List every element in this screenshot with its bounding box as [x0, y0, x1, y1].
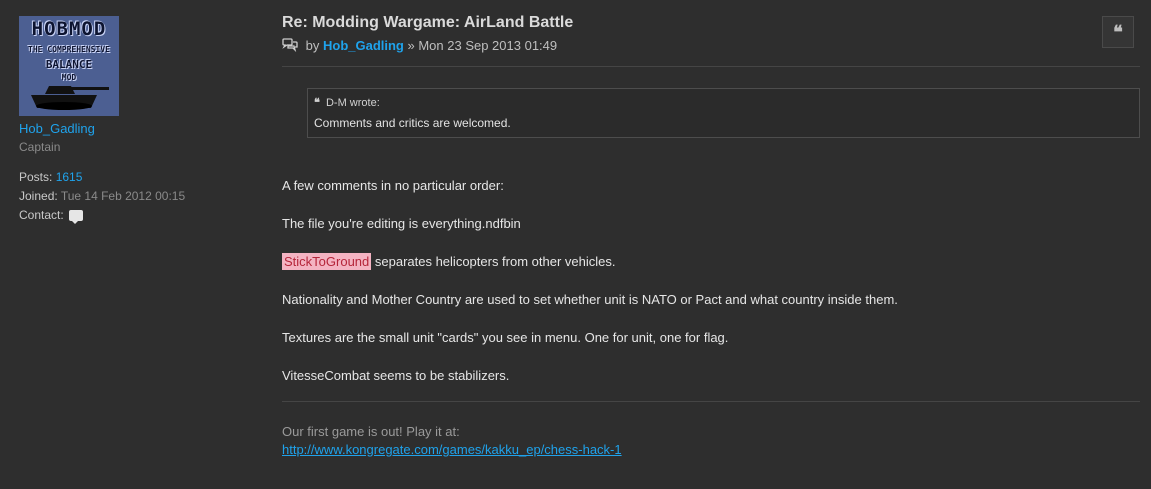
post-title[interactable]: Re: Modding Wargame: AirLand Battle: [282, 12, 1140, 34]
avatar[interactable]: HOBMOD THE COMPREHENSIVE BALANCE MOD: [19, 16, 119, 116]
tank-icon: [31, 86, 109, 110]
post-paragraph: StickToGround separates helicopters from…: [282, 253, 616, 271]
post-header: Re: Modding Wargame: AirLand Battle by H…: [282, 12, 1140, 56]
avatar-text-line: MOD: [61, 73, 77, 82]
avatar-text-line: BALANCE: [45, 58, 93, 71]
blockquote-cite-text: D-M wrote:: [325, 97, 380, 109]
blockquote: ❝ D-M wrote: Comments and critics are we…: [307, 88, 1140, 138]
posts-count-link[interactable]: 1615: [56, 170, 83, 184]
avatar-text-line: HOBMOD: [31, 18, 107, 40]
signature-link-wrap: http://www.kongregate.com/games/kakku_ep…: [282, 441, 622, 459]
post-paragraph: Nationality and Mother Country are used …: [282, 292, 898, 307]
posts-label: Posts:: [19, 170, 53, 184]
blockquote-cite: ❝ D-M wrote:: [314, 96, 1133, 110]
joined-label: Joined:: [19, 189, 58, 203]
signature-text: Our first game is out! Play it at:: [282, 424, 460, 439]
author-rank: Captain: [19, 140, 61, 154]
joined-value: Tue 14 Feb 2012 00:15: [60, 189, 186, 203]
forum-post: HOBMOD THE COMPREHENSIVE BALANCE MOD Hob…: [0, 0, 1151, 489]
post-paragraph: A few comments in no particular order:: [282, 178, 504, 193]
post-paragraph: Textures are the small unit "cards" you …: [282, 330, 729, 345]
signature-link[interactable]: http://www.kongregate.com/games/kakku_ep…: [282, 442, 622, 457]
speech-bubble-icon[interactable]: [69, 210, 84, 225]
meta-by: by: [305, 38, 320, 53]
header-divider: [282, 66, 1140, 67]
quote-mark-icon: ❝: [314, 96, 320, 109]
author-stats: Posts: 1615 Joined: Tue 14 Feb 2012 00:1…: [19, 168, 239, 225]
quote-icon: ❝: [1113, 22, 1123, 43]
post-author-link[interactable]: Hob_Gadling: [323, 38, 404, 53]
contact-label: Contact:: [19, 208, 64, 222]
contact-row: Contact:: [19, 206, 239, 225]
post-paragraph: VitesseCombat seems to be stabilizers.: [282, 368, 510, 383]
highlighted-term: StickToGround: [282, 253, 372, 270]
author-profile: HOBMOD THE COMPREHENSIVE BALANCE MOD Hob…: [19, 16, 239, 225]
chat-bubbles-icon: [282, 38, 298, 53]
post-date: » Mon 23 Sep 2013 01:49: [407, 38, 558, 53]
post-meta: by Hob_Gadling » Mon 23 Sep 2013 01:49: [282, 36, 1140, 56]
quote-button[interactable]: ❝: [1102, 16, 1134, 48]
avatar-text-line: THE COMPREHENSIVE: [28, 45, 110, 54]
signature-divider: [282, 401, 1140, 402]
posts-row: Posts: 1615: [19, 168, 239, 187]
post-paragraph: The file you're editing is everything.nd…: [282, 216, 521, 231]
joined-row: Joined: Tue 14 Feb 2012 00:15: [19, 187, 239, 206]
author-username[interactable]: Hob_Gadling: [19, 121, 239, 136]
blockquote-text: Comments and critics are welcomed.: [314, 116, 511, 130]
paragraph-text: separates helicopters from other vehicle…: [371, 254, 616, 269]
